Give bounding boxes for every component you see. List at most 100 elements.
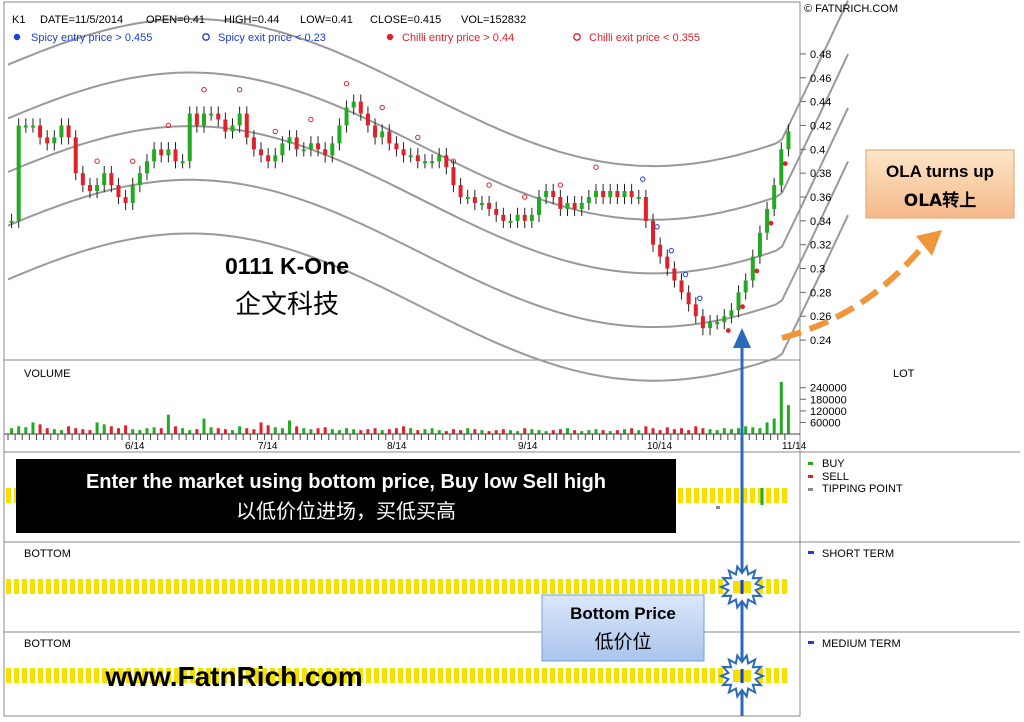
signal-stripe (694, 668, 699, 683)
candle-body (700, 316, 705, 329)
price-tick-label: 0.38 (810, 168, 831, 180)
price-tick-label: 0.4 (810, 144, 825, 156)
candle-body (586, 197, 591, 203)
volume-bar (451, 429, 455, 434)
signal-stripe (214, 579, 219, 594)
signal-stripe (494, 579, 499, 594)
candle-body (615, 191, 620, 197)
candle-body (237, 113, 242, 126)
candle-body (244, 113, 249, 138)
volume-bar (295, 426, 299, 434)
candle-body (144, 161, 149, 174)
candle-body (80, 173, 85, 186)
signal-stripe (318, 579, 323, 594)
volume-tick-label: 60000 (810, 417, 841, 429)
candle-body (579, 202, 584, 209)
website-url: www.FatnRich.com (104, 661, 362, 692)
short-term-bottom-burst-bar (740, 580, 744, 594)
signal-stripe (694, 579, 699, 594)
signal-stripe (510, 579, 515, 594)
volume-bar (52, 429, 56, 434)
signal-stripe (406, 579, 411, 594)
legend-chilli-entry: Chilli entry price > 0.44 (402, 32, 514, 44)
volume-bar (680, 428, 684, 434)
signal-stripe (494, 668, 499, 683)
header-vol: VOL=152832 (461, 14, 526, 26)
signal-stripe (710, 579, 715, 594)
candle-body (786, 131, 791, 150)
signal-stripe (718, 488, 723, 503)
price-tick-label: 0.34 (810, 216, 831, 228)
signal-stripe (414, 579, 419, 594)
candle-body (45, 137, 50, 144)
signal-stripe (502, 579, 507, 594)
signal-stripe (382, 668, 387, 683)
tipping-label: TIPPING POINT (822, 483, 903, 495)
signal-stripe (70, 668, 75, 683)
volume-bar (231, 430, 235, 434)
signal-stripe (22, 668, 27, 683)
signal-stripe (6, 668, 11, 683)
signal-stripe (630, 579, 635, 594)
signal-stripe (190, 579, 195, 594)
signal-stripe (582, 668, 587, 683)
candle-body (173, 149, 178, 162)
candles (9, 94, 791, 336)
signal-stripe (406, 668, 411, 683)
signal-stripe (622, 579, 627, 594)
signal-stripe (438, 579, 443, 594)
candle-body (622, 191, 627, 197)
bottom-medium-label: BOTTOM (24, 638, 71, 650)
month-label: 10/14 (647, 441, 672, 452)
volume-bar (88, 430, 92, 434)
volume-tick-label: 240000 (810, 383, 847, 395)
signal-stripe (710, 488, 715, 503)
signal-stripe (622, 668, 627, 683)
volume-bar (380, 430, 384, 434)
signal-stripe (62, 668, 67, 683)
candle-body (465, 197, 470, 199)
candle-body (330, 143, 335, 156)
chilli-exit-dot (130, 158, 136, 164)
signal-stripe (526, 579, 531, 594)
signal-stripe (486, 668, 491, 683)
chilli-exit-dot (94, 158, 100, 164)
signal-stripe (614, 668, 619, 683)
candle-body (437, 155, 442, 162)
signal-stripe (134, 579, 139, 594)
volume-bar (116, 428, 120, 434)
candle-body (444, 155, 449, 168)
volume-bar (508, 430, 512, 434)
chilli-exit-dot (522, 194, 528, 200)
banner-line2: 以低价位进场，买低买高 (236, 499, 456, 523)
volume-bar (159, 428, 163, 434)
volume-bars (10, 381, 790, 434)
chilli-exit-dot (308, 116, 314, 123)
signal-stripe (246, 579, 251, 594)
volume-bar (181, 428, 185, 434)
signal-stripe (566, 668, 571, 683)
signal-stripe (654, 579, 659, 594)
volume-bar (708, 429, 712, 434)
medium-term-bottom-burst-bar (740, 669, 744, 683)
signal-stripe (142, 579, 147, 594)
signal-stripe (422, 668, 427, 683)
volume-bar (430, 428, 434, 434)
signal-stripe (102, 579, 107, 594)
header-close: CLOSE=0.415 (370, 14, 441, 26)
candle-body (259, 149, 264, 156)
candle-body (494, 208, 499, 215)
candle-body (693, 304, 698, 317)
candle-body (358, 101, 363, 114)
chilli-exit-dot (236, 86, 243, 93)
ola-callout-line2: OLA转上 (904, 190, 976, 211)
chilli-entry-dot (725, 328, 731, 333)
candle-body (679, 280, 684, 293)
signal-stripe (30, 579, 35, 594)
signal-stripe (398, 668, 403, 683)
candle-body (194, 113, 199, 126)
candle-body (180, 161, 185, 164)
candle-body (515, 214, 520, 221)
volume-bar (259, 422, 263, 434)
signal-stripe (54, 579, 59, 594)
